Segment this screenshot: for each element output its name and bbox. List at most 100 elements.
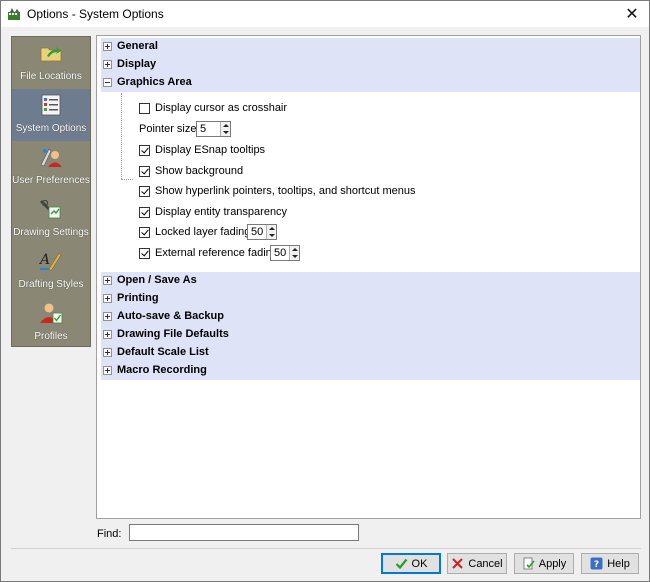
xref-fading-label: External reference fading [155, 247, 278, 259]
background-checkbox[interactable] [139, 166, 150, 177]
sidebar-item-label: Drafting Styles [18, 279, 84, 290]
sidebar-item-label: Profiles [34, 331, 68, 342]
spin-up-icon[interactable] [223, 124, 229, 127]
sidebar-item-drawing-settings[interactable]: Drawing Settings [12, 193, 90, 245]
ok-label: OK [411, 557, 428, 570]
tree-connector [121, 179, 133, 180]
section-label: Graphics Area [117, 76, 192, 88]
crosshair-checkbox[interactable] [139, 103, 150, 114]
expand-icon[interactable] [103, 294, 112, 303]
spinner-arrows[interactable] [289, 246, 299, 260]
section-printing[interactable]: Printing [101, 290, 640, 308]
expand-icon[interactable] [103, 60, 112, 69]
spinner-arrows[interactable] [220, 122, 230, 136]
expand-icon[interactable] [103, 312, 112, 321]
locked-fading-value[interactable]: 50 [251, 226, 263, 238]
svg-text:A: A [39, 252, 50, 268]
sidebar-item-label: Drawing Settings [13, 227, 89, 238]
expand-icon[interactable] [103, 366, 112, 375]
pointer-size-label: Pointer size: [139, 123, 200, 135]
close-button[interactable]: ✕ [615, 1, 649, 27]
help-label: Help [607, 557, 630, 570]
xref-fading-value[interactable]: 50 [274, 247, 286, 259]
hyperlink-checkbox[interactable] [139, 186, 150, 197]
system-list-icon [41, 94, 61, 116]
section-graphics-area[interactable]: Graphics Area [101, 74, 640, 92]
spin-up-icon[interactable] [269, 227, 275, 230]
expand-icon[interactable] [103, 330, 112, 339]
ok-button[interactable]: OK [381, 553, 441, 574]
help-button[interactable]: ? Help [581, 553, 639, 574]
apply-document-icon [523, 557, 535, 570]
section-general[interactable]: General [101, 38, 640, 56]
cancel-button[interactable]: Cancel [447, 553, 507, 574]
svg-text:?: ? [594, 560, 599, 570]
spinner-arrows[interactable] [266, 225, 276, 239]
spin-down-icon[interactable] [269, 234, 275, 237]
app-icon [8, 8, 20, 20]
xref-fading-checkbox[interactable] [139, 248, 150, 259]
folder-arrow-icon [40, 47, 62, 62]
profile-user-icon [40, 303, 63, 324]
crosshair-label: Display cursor as crosshair [155, 102, 288, 114]
hyperlink-label: Show hyperlink pointers, tooltips, and s… [155, 185, 416, 197]
section-label: Macro Recording [117, 364, 207, 376]
section-open-save[interactable]: Open / Save As [101, 272, 640, 290]
section-display[interactable]: Display [101, 56, 640, 74]
title-bar: Options - System Options ✕ [1, 1, 649, 27]
options-tree-panel: General Display Graphics Area Display cu… [96, 35, 641, 519]
section-label: Display [117, 58, 157, 70]
pointer-size-value[interactable]: 5 [200, 123, 206, 135]
checkmark-icon [395, 558, 407, 570]
xref-fading-spinner[interactable]: 50 [270, 245, 300, 261]
transparency-label: Display entity transparency [155, 206, 288, 218]
transparency-checkbox[interactable] [139, 207, 150, 218]
find-input[interactable] [129, 524, 359, 541]
options-dialog: Options - System Options ✕ File Location… [0, 0, 650, 582]
section-default-scale-list[interactable]: Default Scale List [101, 344, 640, 362]
footer-separator [11, 548, 641, 549]
close-icon: ✕ [625, 6, 639, 23]
locked-fading-label: Locked layer fading [155, 226, 251, 238]
drawing-tools-icon [40, 199, 61, 219]
section-drawing-file-defaults[interactable]: Drawing File Defaults [101, 326, 640, 344]
sidebar-item-label: System Options [15, 123, 87, 134]
cancel-x-icon [452, 558, 464, 569]
expand-icon[interactable] [103, 276, 112, 285]
options-sidebar: File Locations System Options User Prefe… [11, 36, 91, 347]
background-label: Show background [155, 165, 244, 177]
spin-down-icon[interactable] [292, 255, 298, 258]
expand-icon[interactable] [103, 42, 112, 51]
find-label: Find: [97, 528, 122, 540]
sidebar-item-label: File Locations [20, 71, 82, 82]
sidebar-item-drafting-styles[interactable]: A Drafting Styles [12, 245, 90, 297]
section-label: Auto-save & Backup [117, 310, 224, 322]
sidebar-item-label: User Preferences [12, 175, 90, 186]
sidebar-item-user-preferences[interactable]: User Preferences [12, 141, 90, 193]
tree-connector [121, 93, 122, 179]
cancel-label: Cancel [468, 557, 503, 570]
sidebar-item-profiles[interactable]: Profiles [12, 297, 90, 349]
collapse-icon[interactable] [103, 78, 112, 87]
section-label: Open / Save As [117, 274, 197, 286]
spin-down-icon[interactable] [223, 131, 229, 134]
sidebar-item-system-options[interactable]: System Options [12, 89, 90, 141]
apply-button[interactable]: Apply [514, 553, 574, 574]
drafting-styles-icon: A [39, 252, 62, 272]
locked-fading-checkbox[interactable] [139, 227, 150, 238]
spin-up-icon[interactable] [292, 248, 298, 251]
section-label: Drawing File Defaults [117, 328, 229, 340]
section-auto-save[interactable]: Auto-save & Backup [101, 308, 640, 326]
expand-icon[interactable] [103, 348, 112, 357]
pointer-size-spinner[interactable]: 5 [196, 121, 231, 137]
section-label: Default Scale List [117, 346, 209, 358]
esnap-checkbox[interactable] [139, 145, 150, 156]
locked-fading-spinner[interactable]: 50 [247, 224, 277, 240]
section-label: Printing [117, 292, 159, 304]
user-preferences-icon [40, 148, 62, 167]
section-macro-recording[interactable]: Macro Recording [101, 362, 640, 380]
window-title: Options - System Options [27, 7, 164, 21]
help-icon: ? [590, 557, 603, 570]
sidebar-item-file-locations[interactable]: File Locations [12, 37, 90, 89]
apply-label: Apply [538, 557, 567, 570]
